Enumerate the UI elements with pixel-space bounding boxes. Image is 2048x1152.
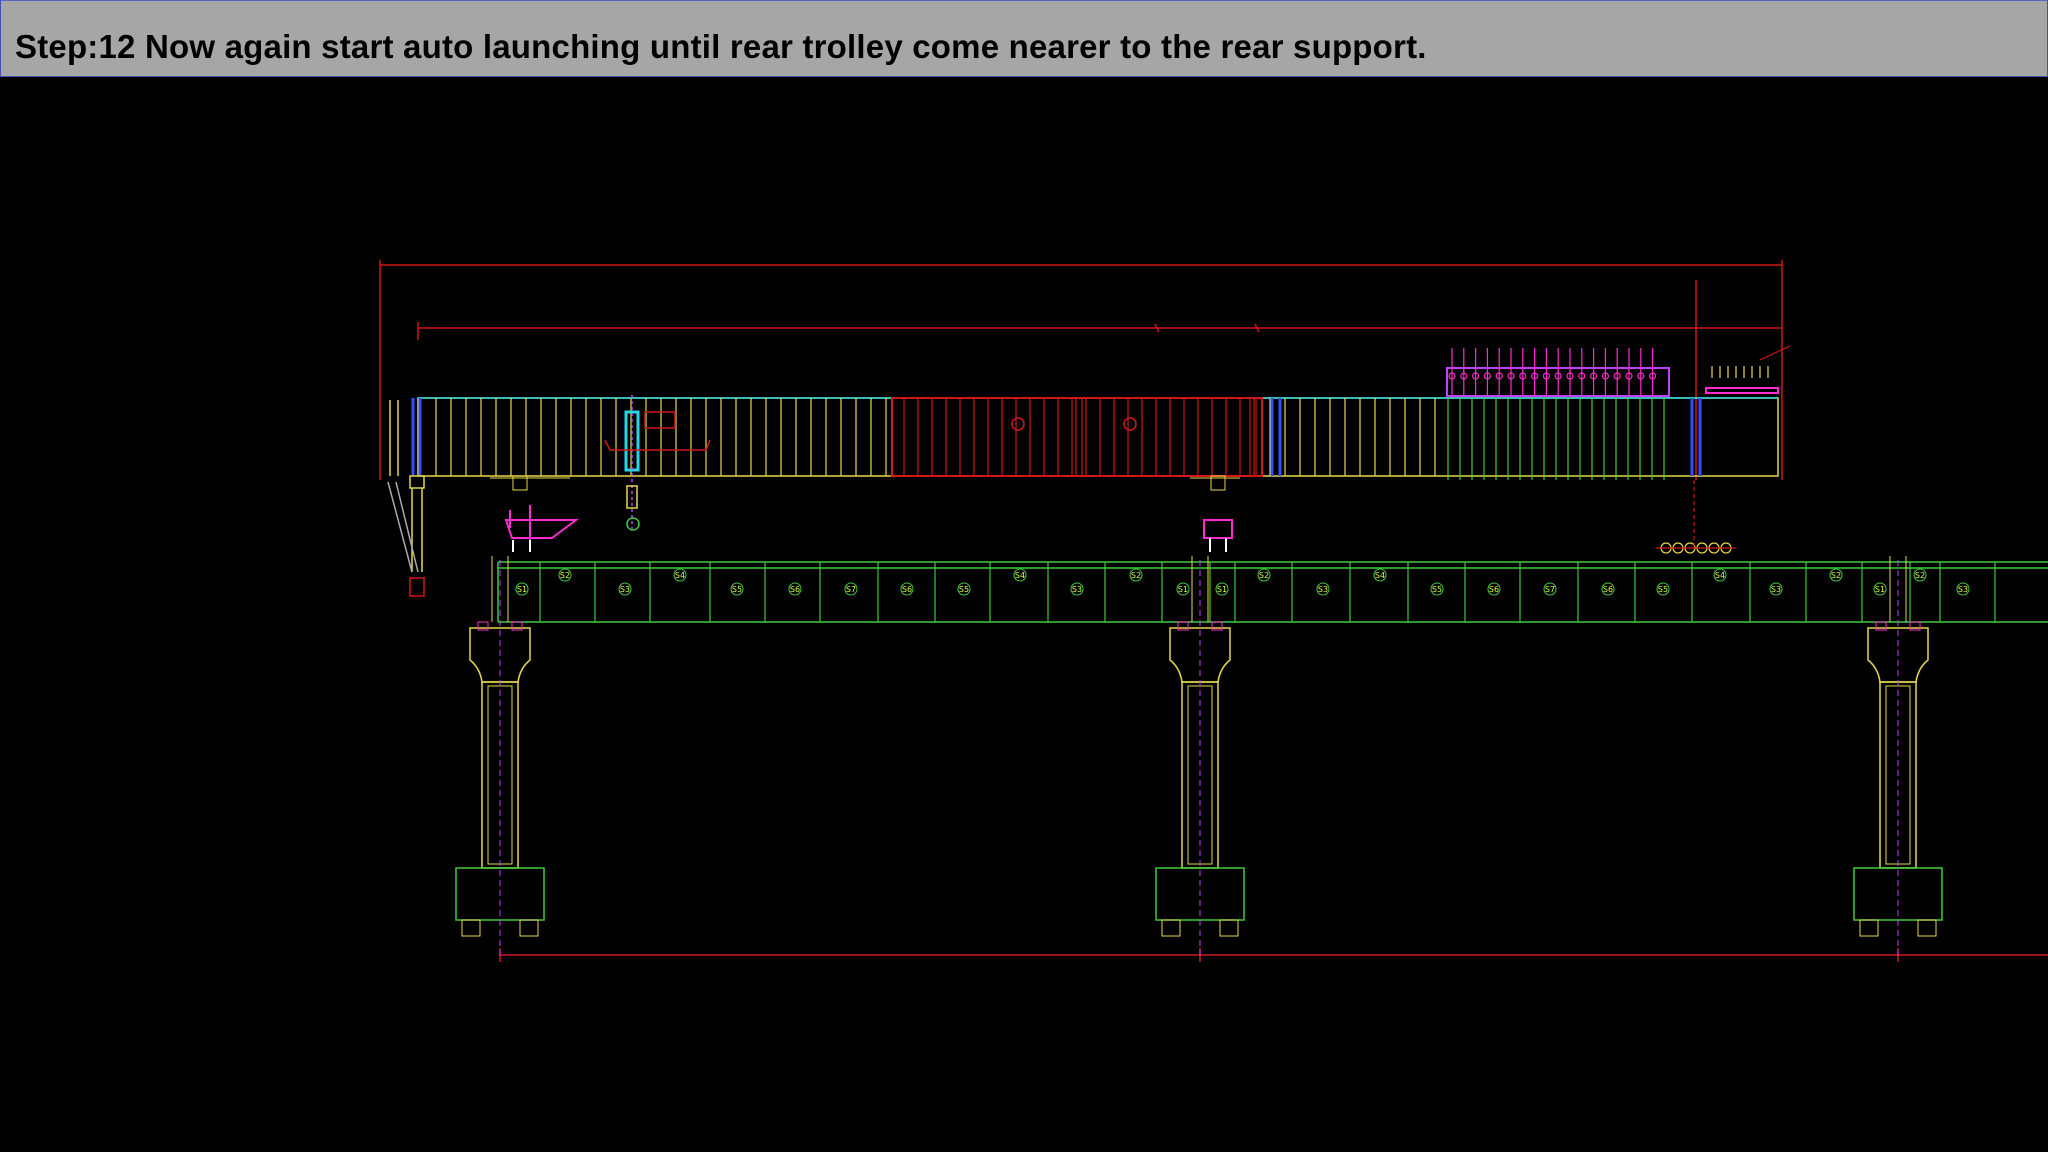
front-support-wheels xyxy=(1656,480,1736,554)
svg-text:S2: S2 xyxy=(1831,571,1841,580)
svg-text:S4: S4 xyxy=(1015,571,1025,580)
segment-label: S3 xyxy=(1070,582,1084,596)
segment-label: S5 xyxy=(1430,582,1444,596)
svg-text:S7: S7 xyxy=(846,585,856,594)
segment-label: S1 xyxy=(1215,582,1229,596)
piers xyxy=(455,556,1943,960)
segment-labels: S1 S2 S3 S4 S5 S6 S7 S6 S5 S4 S3 S2 S1 S1 S2 S3 S4 S5 S6 S7… xyxy=(515,568,1970,596)
svg-text:S2: S2 xyxy=(560,571,570,580)
svg-text:S3: S3 xyxy=(1958,585,1968,594)
segment-label: S4 xyxy=(1373,568,1387,582)
pier xyxy=(1853,556,1943,960)
svg-text:S3: S3 xyxy=(1771,585,1781,594)
segment-label: S3 xyxy=(618,582,632,596)
segment-label: S2 xyxy=(1129,568,1143,582)
segment-label: S4 xyxy=(1713,568,1727,582)
svg-text:S3: S3 xyxy=(1318,585,1328,594)
rear-trolley xyxy=(490,475,579,552)
svg-text:S5: S5 xyxy=(732,585,742,594)
segment-label: S4 xyxy=(1013,568,1027,582)
svg-text:S6: S6 xyxy=(1489,585,1499,594)
segment-label: S5 xyxy=(957,582,971,596)
segment-label: S3 xyxy=(1316,582,1330,596)
segment-label: S4 xyxy=(673,568,687,582)
svg-text:S5: S5 xyxy=(959,585,969,594)
front-trolley xyxy=(1190,475,1240,552)
segment-label: S6 xyxy=(788,582,802,596)
segment-label: S5 xyxy=(730,582,744,596)
dimension-lines xyxy=(379,260,2048,962)
segment-label: S2 xyxy=(1829,568,1843,582)
svg-text:S2: S2 xyxy=(1259,571,1269,580)
segment-label: S7 xyxy=(1543,582,1557,596)
svg-text:S4: S4 xyxy=(1715,571,1725,580)
winch-hoist xyxy=(604,395,711,531)
svg-text:S3: S3 xyxy=(1072,585,1082,594)
svg-text:S3: S3 xyxy=(620,585,630,594)
segment-label: S2 xyxy=(558,568,572,582)
segment-label: S2 xyxy=(1913,568,1927,582)
svg-text:S5: S5 xyxy=(1432,585,1442,594)
segment-label: S5 xyxy=(1656,582,1670,596)
svg-text:S7: S7 xyxy=(1545,585,1555,594)
rear-support-leg xyxy=(387,475,425,597)
svg-text:S1: S1 xyxy=(1217,585,1227,594)
svg-text:S6: S6 xyxy=(1603,585,1613,594)
segment-label: S6 xyxy=(900,582,914,596)
segment-label: S3 xyxy=(1769,582,1783,596)
launching-girder-truss xyxy=(389,397,1779,477)
svg-text:S1: S1 xyxy=(1875,585,1885,594)
segment-label: S2 xyxy=(1257,568,1271,582)
segment-label: S7 xyxy=(844,582,858,596)
pier xyxy=(455,556,545,960)
svg-text:S1: S1 xyxy=(517,585,527,594)
segment-label: S1 xyxy=(1176,582,1190,596)
segment-label: S6 xyxy=(1487,582,1501,596)
svg-text:S5: S5 xyxy=(1658,585,1668,594)
svg-text:S6: S6 xyxy=(790,585,800,594)
svg-text:S2: S2 xyxy=(1131,571,1141,580)
segment-label: S3 xyxy=(1956,582,1970,596)
segment-label: S1 xyxy=(515,582,529,596)
svg-text:S4: S4 xyxy=(1375,571,1385,580)
segment-stack-hangers xyxy=(1446,345,1791,480)
svg-text:S1: S1 xyxy=(1178,585,1188,594)
segment-label: S6 xyxy=(1601,582,1615,596)
svg-text:S4: S4 xyxy=(675,571,685,580)
bridge-deck xyxy=(497,561,2048,623)
pier xyxy=(1155,556,1245,960)
segment-label: S1 xyxy=(1873,582,1887,596)
svg-text:S2: S2 xyxy=(1915,571,1925,580)
svg-text:S6: S6 xyxy=(902,585,912,594)
launching-girder-elevation-drawing: S1 S2 S3 S4 S5 S6 S7 S6 S5 S4 S3 S2 S1 S1 S2 S3 S4 S5 S6 S7… xyxy=(379,260,2048,962)
